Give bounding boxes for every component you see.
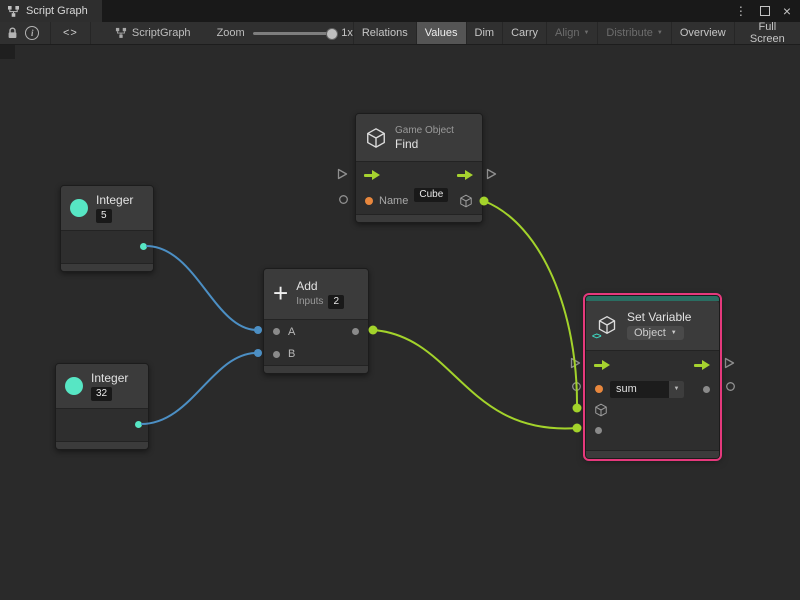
input-port-b[interactable] [273,351,280,358]
graph-toolbar: i <> ScriptGraph Zoom 1x Relations Value… [0,22,800,45]
set-variable-node[interactable]: <> Set Variable Object ▼ sum ▼ [585,295,720,459]
port-a-label: A [288,326,295,338]
node-footer [61,263,153,271]
output-port[interactable] [140,243,147,250]
value-output-port[interactable] [725,381,736,392]
input-port-a[interactable] [273,328,280,335]
title-bar: Script Graph ⋮ × [0,0,800,22]
code-toggle-button[interactable]: <> [50,22,91,44]
flow-out-arrow-icon[interactable] [694,359,711,371]
integer-icon [65,377,83,395]
flow-input-port[interactable] [570,357,581,369]
flow-in-arrow-icon[interactable] [594,359,611,371]
window-menu-icon[interactable]: ⋮ [735,0,747,22]
overview-button[interactable]: Overview [671,22,734,44]
output-port-sum[interactable] [352,328,359,335]
value-input-port[interactable] [595,427,602,434]
fullscreen-button[interactable]: Full Screen [734,22,800,44]
add-icon: + [273,280,288,306]
name-param-label: Name [379,195,408,207]
zoom-slider-fill [253,32,331,35]
dim-button[interactable]: Dim [466,22,503,44]
output-port[interactable] [135,421,142,428]
gameobject-input-port[interactable] [594,403,608,417]
integer-node-2[interactable]: Integer 32 [55,363,149,450]
window-controls: ⋮ × [735,0,800,22]
distribute-button[interactable]: Distribute ▼ [597,22,670,44]
unity-script-graph-window: Script Graph ⋮ × i <> ScriptGrap [0,0,800,600]
flow-output-port[interactable] [486,168,497,180]
integer-value-field[interactable]: 32 [91,387,112,401]
node-category: Game Object [395,125,454,136]
tab-script-graph[interactable]: Script Graph [0,0,102,22]
node-footer [586,450,719,458]
node-footer [264,365,368,373]
lock-icon[interactable] [3,22,23,44]
variable-name-port[interactable] [595,385,603,393]
output-port-value[interactable] [703,386,710,393]
add-node[interactable]: + Add Inputs 2 A B [263,268,369,374]
dropdown-arrow-icon: ▼ [583,30,589,36]
inputs-count-field[interactable]: 2 [328,295,344,309]
gameobject-cube-icon [365,127,387,149]
carry-button[interactable]: Carry [502,22,546,44]
node-footer [356,214,482,222]
value-input-port[interactable] [338,194,349,205]
graph-name-label: ScriptGraph [132,27,191,39]
info-icon[interactable]: i [23,22,43,44]
inputs-label: Inputs [296,296,323,307]
node-title: Integer [91,372,128,385]
gameobject-output-port[interactable] [459,194,473,208]
node-title: Add [296,280,344,293]
dropdown-arrow-icon: ▼ [671,330,677,336]
script-graph-icon [7,5,20,18]
variable-scope-dropdown[interactable]: Object ▼ [627,326,684,340]
set-variable-icon: <> [595,314,619,338]
dropdown-arrow-icon: ▼ [657,30,663,36]
integer-icon [70,199,88,217]
find-node[interactable]: Game Object Find Name Cube [355,113,483,223]
relations-button[interactable]: Relations [353,22,416,44]
node-footer [56,441,148,449]
node-title: Integer [96,194,133,207]
tab-title: Script Graph [26,5,88,17]
dropdown-arrow-icon: ▼ [674,386,680,392]
node-title: Find [395,138,454,151]
zoom-label: Zoom [217,27,245,39]
maximize-icon[interactable] [760,6,770,16]
value-input-port[interactable] [571,381,582,392]
zoom-value: 1x [341,27,353,39]
graph-name-group[interactable]: ScriptGraph [115,27,191,39]
integer-node-1[interactable]: Integer 5 [60,185,154,272]
variable-name-dropdown[interactable]: sum ▼ [610,381,684,398]
canvas-corner [0,44,15,59]
name-value-field[interactable]: Cube [414,188,448,202]
zoom-slider-handle[interactable] [326,28,338,40]
integer-value-field[interactable]: 5 [96,209,112,223]
flow-input-port[interactable] [337,168,348,180]
flow-in-arrow-icon[interactable] [364,169,381,181]
align-button[interactable]: Align ▼ [546,22,597,44]
values-button[interactable]: Values [416,22,466,44]
zoom-slider[interactable] [253,32,335,35]
port-b-label: B [288,348,295,360]
graph-asset-icon [115,27,127,39]
flow-out-arrow-icon[interactable] [457,169,474,181]
close-icon[interactable]: × [783,0,791,22]
node-title: Set Variable [627,311,691,324]
flow-output-port[interactable] [724,357,735,369]
name-input-port[interactable] [365,197,373,205]
